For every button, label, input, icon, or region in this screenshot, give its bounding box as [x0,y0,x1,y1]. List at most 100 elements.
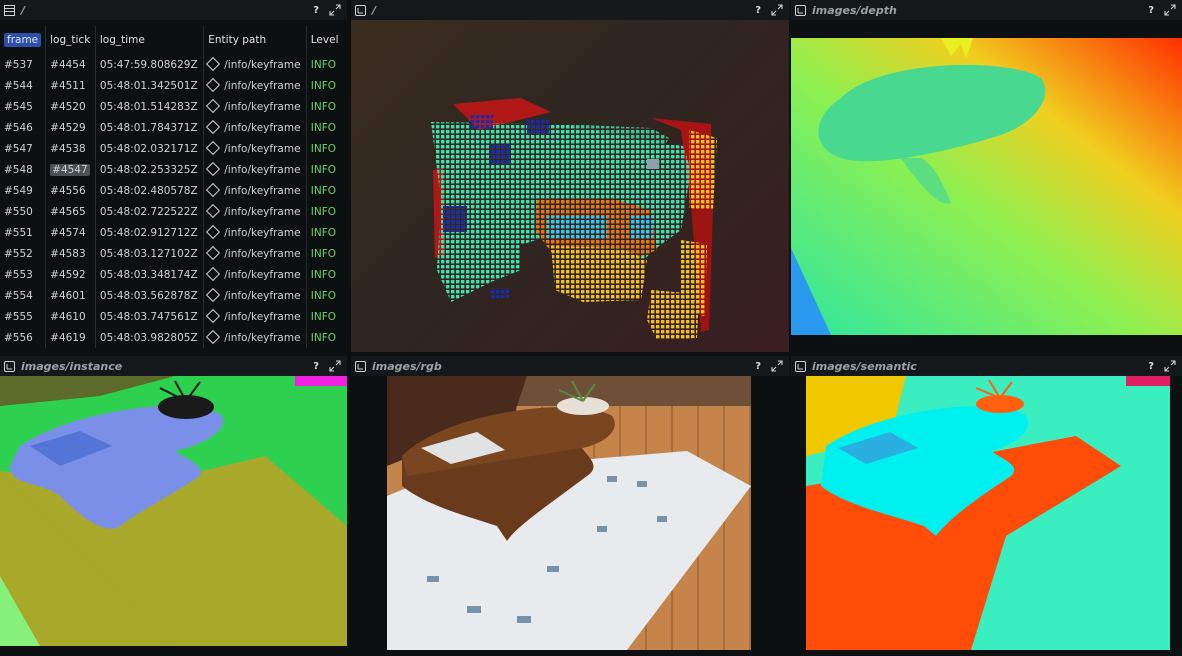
cell-log-tick[interactable]: #4574 [45,222,96,243]
cell-log-time[interactable]: 05:48:03.127102Z [95,243,205,264]
cell-log-tick[interactable]: #4454 [45,54,96,75]
cell-entity-path[interactable]: /info/keyframe [203,75,307,96]
table-row[interactable]: #544 #4511 05:48:01.342501Z/info/keyframe I… [0,75,347,96]
panel-titlebar[interactable]: images/instance ? [0,356,347,376]
cell-level[interactable]: INFO [306,327,347,348]
column-header-log-tick[interactable]: log_tick [45,26,96,54]
cell-log-time[interactable]: 05:48:03.982805Z [95,327,205,348]
cell-level[interactable]: INFO [306,264,347,285]
cell-entity-path[interactable]: /info/keyframe [203,138,307,159]
cell-log-time[interactable]: 05:48:02.912712Z [95,222,205,243]
cell-level[interactable]: INFO [306,117,347,138]
cell-frame[interactable]: #552 [0,243,47,264]
cell-log-time[interactable]: 05:48:02.480578Z [95,180,205,201]
panel-titlebar[interactable]: / ? [0,0,347,20]
cell-entity-path[interactable]: /info/keyframe [203,180,307,201]
table-row[interactable]: #556 #4619 05:48:03.982805Z/info/keyframe I… [0,327,347,348]
maximize-icon[interactable] [1164,360,1176,372]
cell-entity-path[interactable]: /info/keyframe [203,159,307,180]
cell-log-tick[interactable]: #4547 [45,159,96,180]
table-row[interactable]: #548 #4547 05:48:02.253325Z/info/keyframe I… [0,159,347,180]
maximize-icon[interactable] [329,360,341,372]
rgb-image[interactable] [387,376,751,650]
maximize-icon[interactable] [771,4,783,16]
cell-log-time[interactable]: 05:48:03.747561Z [95,306,205,327]
cell-level[interactable]: INFO [306,201,347,222]
cell-frame[interactable]: #551 [0,222,47,243]
cell-frame[interactable]: #546 [0,117,47,138]
column-header-level[interactable]: Level [306,26,347,54]
cell-frame[interactable]: #556 [0,327,47,348]
cell-log-tick[interactable]: #4538 [45,138,96,159]
cell-frame[interactable]: #553 [0,264,47,285]
cell-log-time[interactable]: 05:48:02.253325Z [95,159,205,180]
cell-frame[interactable]: #549 [0,180,47,201]
table-row[interactable]: #552 #4583 05:48:03.127102Z/info/keyframe I… [0,243,347,264]
cell-entity-path[interactable]: /info/keyframe [203,201,307,222]
cell-level[interactable]: INFO [306,75,347,96]
help-icon[interactable]: ? [755,361,761,372]
cell-frame[interactable]: #550 [0,201,47,222]
cell-entity-path[interactable]: /info/keyframe [203,285,307,306]
column-header-log-time[interactable]: log_time [95,26,205,54]
cell-entity-path[interactable]: /info/keyframe [203,327,307,348]
cell-log-time[interactable]: 05:48:01.784371Z [95,117,205,138]
cell-frame[interactable]: #547 [0,138,47,159]
cell-level[interactable]: INFO [306,285,347,306]
cell-log-time[interactable]: 05:47:59.808629Z [95,54,205,75]
cell-entity-path[interactable]: /info/keyframe [203,306,307,327]
cell-log-time[interactable]: 05:48:02.722522Z [95,201,205,222]
cell-log-time[interactable]: 05:48:03.348174Z [95,264,205,285]
cell-log-time[interactable]: 05:48:01.514283Z [95,96,205,117]
table-row[interactable]: #554 #4601 05:48:03.562878Z/info/keyframe I… [0,285,347,306]
table-row[interactable]: #546 #4529 05:48:01.784371Z/info/keyframe I… [0,117,347,138]
cell-frame[interactable]: #548 [0,159,47,180]
panel-titlebar[interactable]: images/semantic ? [791,356,1182,376]
semantic-image[interactable] [806,376,1170,650]
cell-level[interactable]: INFO [306,222,347,243]
cell-entity-path[interactable]: /info/keyframe [203,117,307,138]
cell-level[interactable]: INFO [306,54,347,75]
table-row[interactable]: #555 #4610 05:48:03.747561Z/info/keyframe I… [0,306,347,327]
cell-level[interactable]: INFO [306,138,347,159]
help-icon[interactable]: ? [313,5,319,16]
depth-image[interactable] [791,38,1182,335]
cell-entity-path[interactable]: /info/keyframe [203,243,307,264]
cell-level[interactable]: INFO [306,243,347,264]
cell-log-tick[interactable]: #4583 [45,243,96,264]
cell-log-tick[interactable]: #4529 [45,117,96,138]
cell-log-time[interactable]: 05:48:01.342501Z [95,75,205,96]
cell-frame[interactable]: #545 [0,96,47,117]
cell-level[interactable]: INFO [306,159,347,180]
panel-titlebar[interactable]: / ? [351,0,789,20]
cell-entity-path[interactable]: /info/keyframe [203,222,307,243]
cell-log-tick[interactable]: #4511 [45,75,96,96]
cell-log-tick[interactable]: #4601 [45,285,96,306]
maximize-icon[interactable] [771,360,783,372]
cell-entity-path[interactable]: /info/keyframe [203,54,307,75]
column-header-entity-path[interactable]: Entity path [203,26,307,54]
cell-log-tick[interactable]: #4619 [45,327,96,348]
panel-titlebar[interactable]: images/rgb ? [351,356,789,376]
table-row[interactable]: #551 #4574 05:48:02.912712Z/info/keyframe I… [0,222,347,243]
help-icon[interactable]: ? [313,361,319,372]
cell-log-tick[interactable]: #4520 [45,96,96,117]
cell-frame[interactable]: #555 [0,306,47,327]
cell-frame[interactable]: #554 [0,285,47,306]
cell-log-time[interactable]: 05:48:02.032171Z [95,138,205,159]
help-icon[interactable]: ? [755,5,761,16]
cell-entity-path[interactable]: /info/keyframe [203,96,307,117]
cell-level[interactable]: INFO [306,96,347,117]
cell-frame[interactable]: #544 [0,75,47,96]
cell-level[interactable]: INFO [306,180,347,201]
maximize-icon[interactable] [1164,4,1176,16]
help-icon[interactable]: ? [1148,5,1154,16]
cell-log-tick[interactable]: #4592 [45,264,96,285]
cell-log-tick[interactable]: #4556 [45,180,96,201]
table-row[interactable]: #553 #4592 05:48:03.348174Z/info/keyframe I… [0,264,347,285]
cell-log-tick[interactable]: #4610 [45,306,96,327]
cell-level[interactable]: INFO [306,306,347,327]
instance-image[interactable] [0,376,347,646]
point-cloud-viewport[interactable] [351,20,789,352]
table-row[interactable]: #547 #4538 05:48:02.032171Z/info/keyframe I… [0,138,347,159]
